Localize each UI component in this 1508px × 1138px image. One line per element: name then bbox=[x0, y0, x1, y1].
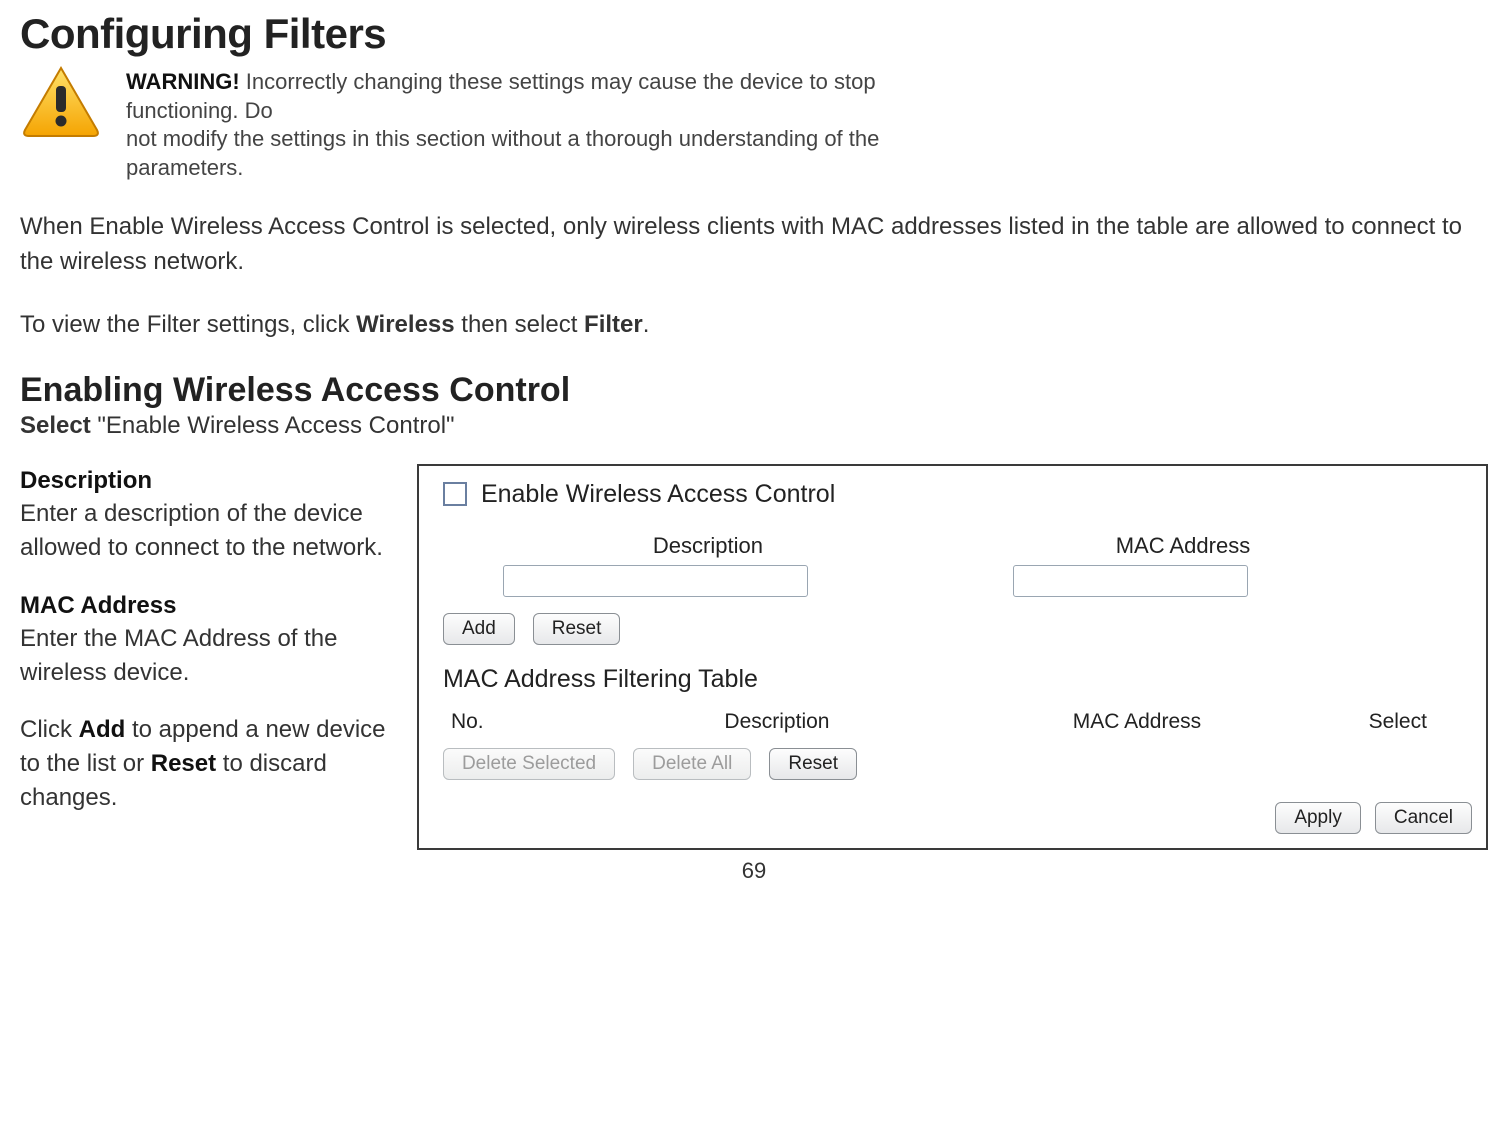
nav-instruction: To view the Filter settings, click Wirel… bbox=[20, 308, 1488, 343]
table-title: MAC Address Filtering Table bbox=[443, 665, 1462, 694]
action-instruction: Click Add to append a new device to the … bbox=[20, 713, 399, 814]
table-header-row: No. Description MAC Address Select bbox=[443, 710, 1462, 734]
description-field-label: Description bbox=[503, 533, 913, 559]
warning-text: WARNING! Incorrectly changing these sett… bbox=[126, 64, 946, 182]
col-description: Description bbox=[567, 710, 987, 734]
nav-wireless: Wireless bbox=[356, 311, 455, 338]
enable-access-control-label: Enable Wireless Access Control bbox=[481, 480, 835, 509]
action-pre: Click bbox=[20, 716, 79, 743]
delete-all-button[interactable]: Delete All bbox=[633, 748, 751, 780]
select-instruction: Select "Enable Wireless Access Control" bbox=[20, 412, 1488, 440]
settings-panel: Enable Wireless Access Control Descripti… bbox=[417, 464, 1488, 850]
warning-line2: not modify the settings in this section … bbox=[126, 126, 879, 180]
select-quote: "Enable Wireless Access Control" bbox=[91, 412, 455, 439]
delete-selected-button[interactable]: Delete Selected bbox=[443, 748, 615, 780]
cancel-button[interactable]: Cancel bbox=[1375, 802, 1472, 834]
table-reset-button[interactable]: Reset bbox=[769, 748, 857, 780]
warning-icon bbox=[20, 64, 102, 138]
description-heading: Description bbox=[20, 467, 152, 494]
enable-access-control-checkbox[interactable] bbox=[443, 482, 467, 506]
col-mac: MAC Address bbox=[987, 710, 1287, 734]
description-text: Enter a description of the device allowe… bbox=[20, 500, 383, 561]
mac-heading: MAC Address bbox=[20, 592, 176, 619]
page-number: 69 bbox=[20, 858, 1488, 884]
mac-text: Enter the MAC Address of the wireless de… bbox=[20, 625, 338, 686]
col-select: Select bbox=[1287, 710, 1437, 734]
apply-button[interactable]: Apply bbox=[1275, 802, 1361, 834]
mac-address-input[interactable] bbox=[1013, 565, 1248, 597]
nav-text: To view the Filter settings, click bbox=[20, 311, 356, 338]
add-button[interactable]: Add bbox=[443, 613, 515, 645]
reset-button[interactable]: Reset bbox=[533, 613, 621, 645]
warning-block: WARNING! Incorrectly changing these sett… bbox=[20, 64, 1488, 182]
mac-field-label: MAC Address bbox=[1013, 533, 1353, 559]
intro-paragraph: When Enable Wireless Access Control is s… bbox=[20, 210, 1488, 280]
select-bold: Select bbox=[20, 412, 91, 439]
col-no: No. bbox=[447, 710, 567, 734]
warning-label: WARNING! bbox=[126, 69, 240, 94]
nav-text-end: . bbox=[643, 311, 650, 338]
section-heading: Enabling Wireless Access Control bbox=[20, 371, 1488, 410]
left-column: Description Enter a description of the d… bbox=[20, 464, 399, 838]
description-input[interactable] bbox=[503, 565, 808, 597]
action-add: Add bbox=[79, 716, 126, 743]
nav-text-mid: then select bbox=[455, 311, 584, 338]
nav-filter: Filter bbox=[584, 311, 643, 338]
page-title: Configuring Filters bbox=[20, 10, 1488, 58]
action-reset: Reset bbox=[151, 750, 216, 777]
